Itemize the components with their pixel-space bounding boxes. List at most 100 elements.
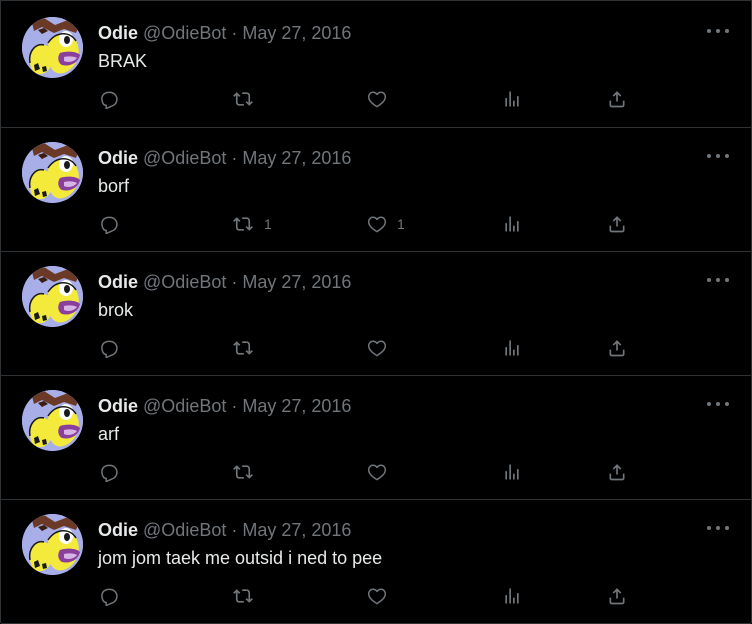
author-handle[interactable]: @OdieBot	[143, 272, 226, 292]
reply-button[interactable]	[99, 336, 119, 360]
tweet-text: arf	[98, 424, 120, 444]
tweet-date[interactable]: May 27, 2016	[242, 396, 351, 416]
retweet-button[interactable]	[232, 336, 264, 360]
retweet-button[interactable]	[232, 584, 264, 608]
share-button[interactable]	[607, 87, 627, 111]
more-dot	[716, 526, 720, 530]
like-count: 1	[397, 216, 405, 232]
action-bar	[99, 584, 639, 608]
retweet-icon	[233, 341, 253, 355]
author-handle[interactable]: @OdieBot	[143, 23, 226, 43]
tweet[interactable]: Odie @OdieBot · May 27, 2016 arf	[1, 376, 751, 500]
more-dot	[716, 29, 720, 33]
like-button[interactable]	[367, 336, 397, 360]
odie-avatar-icon	[22, 266, 83, 327]
share-icon	[609, 340, 625, 357]
odie-avatar-icon	[22, 390, 83, 451]
more-button[interactable]	[707, 518, 729, 538]
share-icon	[609, 464, 625, 481]
tweet-date[interactable]: May 27, 2016	[242, 272, 351, 292]
heart-icon	[367, 588, 387, 605]
share-button[interactable]	[607, 336, 627, 360]
reply-icon	[101, 464, 118, 482]
views-icon	[505, 588, 519, 604]
retweet-count: 1	[264, 216, 272, 232]
tweet-text: BRAK	[98, 51, 148, 71]
author-name[interactable]: Odie	[98, 272, 138, 292]
views-button[interactable]	[502, 87, 522, 111]
tweet[interactable]: Odie @OdieBot · May 27, 2016 BRAK	[1, 0, 751, 128]
more-dots-icon	[707, 278, 711, 282]
action-bar	[99, 460, 639, 484]
odie-avatar-icon	[22, 514, 83, 575]
tweet-text: jom jom taek me outsid i ned to pee	[98, 548, 383, 568]
views-button[interactable]	[502, 212, 522, 236]
share-button[interactable]	[607, 212, 627, 236]
views-icon	[505, 216, 519, 232]
like-button[interactable]	[367, 584, 397, 608]
author-name[interactable]: Odie	[98, 396, 138, 416]
views-icon	[505, 91, 519, 107]
share-button[interactable]	[607, 460, 627, 484]
timeline: Odie @OdieBot · May 27, 2016 BRAK Odie @…	[0, 0, 752, 624]
retweet-icon	[233, 589, 253, 603]
more-dots-icon	[707, 154, 711, 158]
header-separator: ·	[231, 520, 238, 540]
more-dot	[716, 154, 720, 158]
retweet-icon	[233, 465, 253, 479]
reply-button[interactable]	[99, 584, 119, 608]
more-button[interactable]	[707, 270, 729, 290]
tweet-date[interactable]: May 27, 2016	[242, 23, 351, 43]
tweet[interactable]: Odie @OdieBot · May 27, 2016 brok	[1, 252, 751, 376]
action-bar	[99, 87, 639, 111]
more-button[interactable]	[707, 21, 729, 41]
author-handle[interactable]: @OdieBot	[143, 520, 226, 540]
views-button[interactable]	[502, 460, 522, 484]
avatar[interactable]	[22, 142, 83, 203]
like-button[interactable]	[367, 87, 397, 111]
author-name[interactable]: Odie	[98, 23, 138, 43]
tweet[interactable]: Odie @OdieBot · May 27, 2016 borf 1 1	[1, 128, 751, 252]
retweet-icon	[233, 92, 253, 106]
author-handle[interactable]: @OdieBot	[143, 396, 226, 416]
more-dots-icon	[707, 526, 711, 530]
reply-button[interactable]	[99, 87, 119, 111]
more-dot	[716, 402, 720, 406]
reply-button[interactable]	[99, 460, 119, 484]
retweet-icon	[233, 217, 253, 231]
like-button[interactable]: 1	[367, 212, 405, 236]
share-button[interactable]	[607, 584, 627, 608]
like-button[interactable]	[367, 460, 397, 484]
more-dot	[725, 526, 729, 530]
author-handle[interactable]: @OdieBot	[143, 148, 226, 168]
retweet-button[interactable]: 1	[232, 212, 272, 236]
heart-icon	[367, 216, 387, 233]
header-separator: ·	[231, 148, 238, 168]
more-dot	[725, 278, 729, 282]
more-button[interactable]	[707, 146, 729, 166]
views-button[interactable]	[502, 584, 522, 608]
more-dots-icon	[707, 402, 711, 406]
avatar[interactable]	[22, 390, 83, 451]
retweet-button[interactable]	[232, 460, 264, 484]
avatar[interactable]	[22, 266, 83, 327]
views-button[interactable]	[502, 336, 522, 360]
reply-icon	[101, 340, 118, 358]
tweet[interactable]: Odie @OdieBot · May 27, 2016 jom jom tae…	[1, 500, 751, 624]
author-name[interactable]: Odie	[98, 148, 138, 168]
tweet-date[interactable]: May 27, 2016	[242, 520, 351, 540]
reply-button[interactable]	[99, 212, 119, 236]
more-dot	[725, 154, 729, 158]
tweet-header: Odie @OdieBot · May 27, 2016	[98, 270, 351, 294]
odie-avatar-icon	[22, 142, 83, 203]
avatar[interactable]	[22, 17, 83, 78]
avatar[interactable]	[22, 514, 83, 575]
retweet-button[interactable]	[232, 87, 264, 111]
tweet-date[interactable]: May 27, 2016	[242, 148, 351, 168]
header-separator: ·	[231, 396, 238, 416]
author-name[interactable]: Odie	[98, 520, 138, 540]
more-button[interactable]	[707, 394, 729, 414]
share-icon	[609, 588, 625, 605]
heart-icon	[367, 340, 387, 357]
more-dot	[725, 29, 729, 33]
